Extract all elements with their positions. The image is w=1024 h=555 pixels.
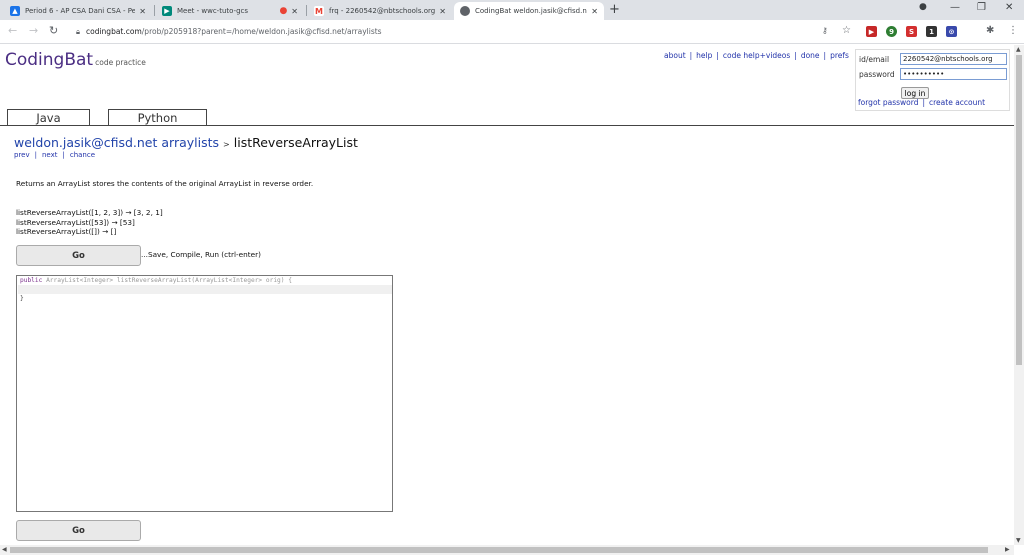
extension-icon[interactable]: ▶ xyxy=(866,26,877,37)
problem-title: listReverseArrayList xyxy=(233,135,358,150)
url-field[interactable]: 🔒︎ codingbat.com/prob/p205918?parent=/hom… xyxy=(76,27,382,37)
profile-icon[interactable]: ● xyxy=(919,2,927,12)
browser-tab-bar: ▲ Period 6 - AP CSA Dani CSA - Pe ✕ ▶ Me… xyxy=(0,0,1024,20)
problem-description: Returns an ArrayList stores the contents… xyxy=(16,179,314,188)
scroll-left-icon[interactable]: ◀ xyxy=(2,546,7,553)
link-help[interactable]: help xyxy=(696,51,712,60)
next-link[interactable]: next xyxy=(42,151,58,159)
close-tab-icon[interactable]: ✕ xyxy=(139,7,146,16)
new-tab-button[interactable]: + xyxy=(609,2,620,17)
menu-icon[interactable]: ⋮ xyxy=(1008,25,1018,36)
id-label: id/email xyxy=(859,55,890,64)
bookmark-star-icon[interactable]: ☆ xyxy=(842,25,851,36)
extension-icon[interactable]: 9 xyxy=(886,26,897,37)
browser-tab-meet[interactable]: ▶ Meet - wwc-tuto-gcs ● ✕ xyxy=(156,2,304,20)
password-label: password xyxy=(859,70,895,79)
tab-python[interactable]: Python xyxy=(108,109,207,126)
account-links: forgot password | create account xyxy=(858,98,986,107)
puzzle-icon[interactable]: ✱ xyxy=(986,25,994,36)
link-about[interactable]: about xyxy=(664,51,686,60)
link-prefs[interactable]: prefs xyxy=(830,51,849,60)
gmail-icon: M xyxy=(314,6,324,16)
create-account-link[interactable]: create account xyxy=(929,98,985,107)
breadcrumb-section[interactable]: arraylists xyxy=(161,135,219,150)
close-tab-icon[interactable]: ✕ xyxy=(439,7,446,16)
link-done[interactable]: done xyxy=(801,51,820,60)
minimize-icon[interactable]: — xyxy=(950,2,960,13)
tab-separator xyxy=(154,5,155,16)
example-line: listReverseArrayList([1, 2, 3]) → [3, 2,… xyxy=(16,208,163,217)
code-line-1: public ArrayList<Integer> listReverseArr… xyxy=(20,277,292,284)
extension-icon[interactable]: 1 xyxy=(926,26,937,37)
key-icon[interactable]: ⚷ xyxy=(822,26,828,35)
close-tab-icon[interactable]: ✕ xyxy=(591,7,598,16)
tab-separator xyxy=(306,5,307,16)
go-button-bottom[interactable]: Go xyxy=(16,520,141,541)
breadcrumb: weldon.jasik@cfisd.net arraylists > listRe… xyxy=(14,135,358,150)
extension-icon[interactable]: S xyxy=(906,26,917,37)
id-email-field[interactable] xyxy=(900,53,1007,65)
globe-icon xyxy=(460,6,470,16)
forgot-password-link[interactable]: forgot password xyxy=(858,98,918,107)
link-code-help-videos[interactable]: code help+videos xyxy=(723,51,790,60)
horizontal-scrollbar[interactable]: ◀ ▶ xyxy=(0,545,1014,555)
examples: listReverseArrayList([1, 2, 3]) → [3, 2,… xyxy=(16,208,163,237)
recording-icon: ● xyxy=(279,6,288,16)
go-button-top[interactable]: Go xyxy=(16,245,141,266)
classroom-icon: ▲ xyxy=(10,6,20,16)
meet-icon: ▶ xyxy=(162,6,172,16)
page-content: CodingBat code practice about | help | code h… xyxy=(0,45,1014,545)
site-logo[interactable]: CodingBat code practice xyxy=(5,50,146,70)
example-line: listReverseArrayList([53]) → [53] xyxy=(16,217,135,227)
close-tab-icon[interactable]: ✕ xyxy=(291,7,298,16)
horizontal-scroll-thumb[interactable] xyxy=(10,547,988,553)
scroll-up-icon[interactable]: ▲ xyxy=(1016,46,1021,53)
current-line-highlight xyxy=(18,285,392,294)
reload-icon[interactable]: ↻ xyxy=(49,24,58,37)
browser-tab-codingbat[interactable]: CodingBat weldon.jasik@cfisd.ne ✕ xyxy=(454,2,604,20)
tab-rule xyxy=(0,125,1014,126)
code-line-3: } xyxy=(20,295,24,302)
go-hint: ...Save, Compile, Run (ctrl-enter) xyxy=(141,250,261,259)
problem-nav: prev | next | chance xyxy=(14,151,96,159)
browser-tab-classroom[interactable]: ▲ Period 6 - AP CSA Dani CSA - Pe ✕ xyxy=(4,2,152,20)
vertical-scrollbar[interactable]: ▲ ▼ xyxy=(1014,45,1024,545)
lock-icon: 🔒︎ xyxy=(76,27,80,36)
browser-tab-gmail[interactable]: M frq - 2260542@nbtschools.org ✕ xyxy=(308,2,452,20)
code-editor[interactable]: public ArrayList<Integer> listReverseArr… xyxy=(16,275,393,512)
tab-java[interactable]: Java xyxy=(7,109,90,126)
scroll-down-icon[interactable]: ▼ xyxy=(1016,537,1021,544)
extension-icon[interactable]: ⊙ xyxy=(946,26,957,37)
chance-link[interactable]: chance xyxy=(70,151,95,159)
password-field[interactable] xyxy=(900,68,1007,80)
top-links: about | help | code help+videos | done | prefs xyxy=(664,51,849,60)
close-window-icon[interactable]: ✕ xyxy=(1005,2,1013,13)
example-line: listReverseArrayList([]) → [] xyxy=(16,227,117,236)
back-icon[interactable]: ← xyxy=(8,24,17,37)
scroll-right-icon[interactable]: ▶ xyxy=(1005,546,1010,553)
breadcrumb-user[interactable]: weldon.jasik@cfisd.net xyxy=(14,135,157,150)
restore-icon[interactable]: ❐ xyxy=(977,2,986,13)
prev-link[interactable]: prev xyxy=(14,151,30,159)
forward-icon[interactable]: → xyxy=(29,24,38,37)
vertical-scroll-thumb[interactable] xyxy=(1016,55,1022,365)
